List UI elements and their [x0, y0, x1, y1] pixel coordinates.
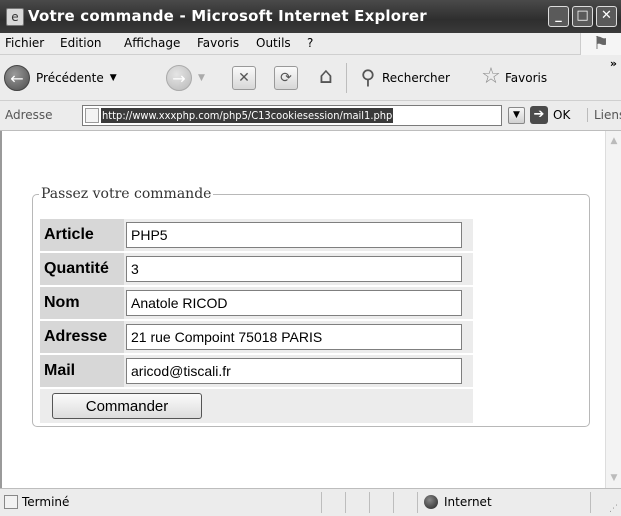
- field-label: Nom: [40, 287, 124, 319]
- minimize-button[interactable]: _: [548, 6, 569, 27]
- refresh-button[interactable]: ⟳: [274, 63, 298, 93]
- toolbar: ← Précédente ▼ → ▼ ✕ ⟳ ⌂ ⚲ Rechercher ☆ …: [0, 55, 621, 101]
- article-input[interactable]: [126, 222, 462, 248]
- form-row-adresse: Adresse: [40, 321, 473, 353]
- menu-outils[interactable]: Outils: [256, 36, 291, 50]
- go-label: OK: [553, 108, 571, 122]
- field-label: Article: [40, 219, 124, 251]
- back-arrow-icon: ←: [4, 65, 30, 91]
- status-bar: Terminé Internet ⋰: [0, 488, 621, 516]
- search-button[interactable]: ⚲ Rechercher: [356, 63, 450, 93]
- address-bar: Adresse http://www.xxxphp.com/php5/C13co…: [0, 101, 621, 131]
- links-label[interactable]: Liens: [587, 108, 621, 122]
- home-icon: ⌂: [319, 64, 333, 89]
- security-zone-text: Internet: [444, 495, 492, 509]
- order-legend: Passez votre commande: [41, 186, 212, 202]
- window-title: Votre commande - Microsoft Internet Expl…: [28, 7, 427, 25]
- address-input[interactable]: http://www.xxxphp.com/php5/C13cookiesess…: [82, 105, 502, 126]
- stop-icon: ✕: [232, 66, 256, 90]
- form-row-article: Article: [40, 219, 473, 251]
- address-label: Adresse: [5, 108, 53, 122]
- field-label: Quantité: [40, 253, 124, 285]
- back-dropdown-icon[interactable]: ▼: [110, 73, 117, 83]
- status-divider: [417, 492, 418, 513]
- menu-fichier[interactable]: Fichier: [5, 36, 44, 50]
- favorites-button[interactable]: ☆ Favoris: [479, 63, 547, 93]
- order-fieldset: Passez votre commande Article Quantité N…: [32, 186, 590, 427]
- scroll-down-icon[interactable]: ▼: [607, 470, 621, 486]
- email-field[interactable]: [126, 358, 462, 384]
- menu-bar: Fichier Edition Affichage Favoris Outils…: [0, 33, 621, 55]
- home-button[interactable]: ⌂: [314, 63, 338, 93]
- scroll-up-icon[interactable]: ▲: [607, 133, 621, 149]
- commander-button[interactable]: Commander: [52, 393, 202, 419]
- toolbar-separator: [346, 63, 347, 93]
- status-divider: [393, 492, 394, 513]
- stop-button[interactable]: ✕: [232, 63, 256, 93]
- globe-icon: [424, 495, 438, 509]
- favorites-label: Favoris: [505, 71, 548, 85]
- star-icon: ☆: [481, 64, 501, 89]
- menu-help[interactable]: ?: [307, 36, 313, 50]
- address-dropdown-icon[interactable]: ▼: [508, 107, 525, 124]
- status-divider: [321, 492, 322, 513]
- page-icon: [85, 108, 99, 123]
- resize-grip-icon[interactable]: ⋰: [609, 504, 618, 514]
- search-icon: ⚲: [360, 65, 376, 89]
- field-label: Adresse: [40, 321, 124, 353]
- field-label: Mail: [40, 355, 124, 387]
- address-field[interactable]: [126, 324, 462, 350]
- menu-affichage[interactable]: Affichage: [124, 36, 180, 50]
- menu-edition[interactable]: Edition: [60, 36, 102, 50]
- form-row-quantite: Quantité: [40, 253, 473, 285]
- forward-dropdown-icon[interactable]: ▼: [198, 73, 205, 83]
- address-url[interactable]: http://www.xxxphp.com/php5/C13cookiesess…: [101, 108, 394, 123]
- vertical-scrollbar[interactable]: ▲ ▼: [605, 131, 621, 488]
- form-row-submit: Commander: [40, 389, 473, 423]
- back-button[interactable]: ← Précédente ▼: [4, 63, 117, 93]
- browser-window: e Votre commande - Microsoft Internet Ex…: [0, 0, 621, 516]
- form-row-mail: Mail: [40, 355, 473, 387]
- quantity-input[interactable]: [126, 256, 462, 282]
- status-divider: [345, 492, 346, 513]
- status-divider: [369, 492, 370, 513]
- go-button[interactable]: ➔ OK: [530, 106, 570, 124]
- status-text: Terminé: [22, 495, 70, 509]
- go-arrow-icon: ➔: [530, 106, 548, 124]
- order-form-table: Article Quantité Nom Adresse Mail: [40, 217, 473, 425]
- windows-logo-icon: ⚑: [580, 33, 621, 55]
- close-button[interactable]: ✕: [596, 6, 617, 27]
- maximize-button[interactable]: □: [572, 6, 593, 27]
- title-bar: e Votre commande - Microsoft Internet Ex…: [0, 0, 621, 33]
- forward-button[interactable]: → ▼: [166, 63, 205, 93]
- page-done-icon: [4, 495, 18, 509]
- toolbar-overflow-icon[interactable]: »: [610, 57, 617, 70]
- back-label: Précédente: [36, 71, 104, 85]
- page-content: Passez votre commande Article Quantité N…: [0, 131, 605, 488]
- search-label: Rechercher: [382, 71, 450, 85]
- status-divider: [590, 492, 591, 513]
- name-input[interactable]: [126, 290, 462, 316]
- refresh-icon: ⟳: [274, 66, 298, 90]
- menu-favoris[interactable]: Favoris: [197, 36, 239, 50]
- ie-icon: e: [6, 8, 24, 26]
- form-row-nom: Nom: [40, 287, 473, 319]
- forward-arrow-icon: →: [166, 65, 192, 91]
